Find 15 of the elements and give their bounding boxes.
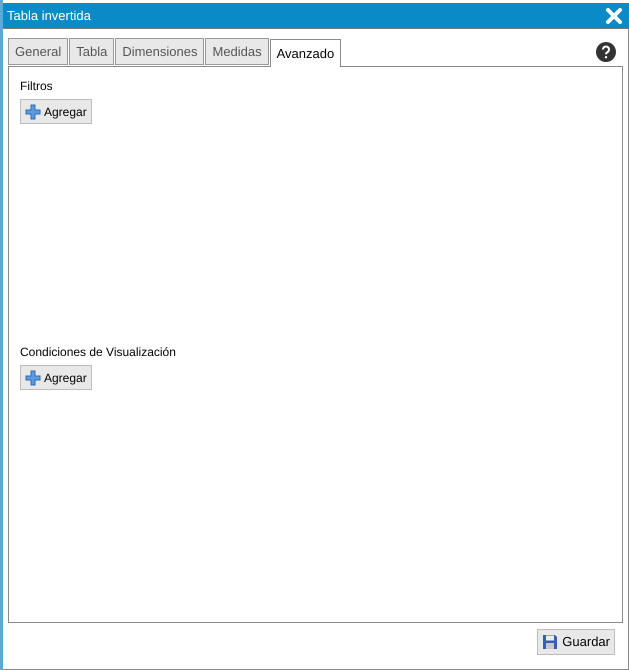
add-button[interactable]: Agregar (20, 365, 92, 390)
tab[interactable]: Avanzado (270, 39, 342, 67)
section-title: Filtros (20, 78, 54, 95)
save-button[interactable]: Guardar (537, 629, 615, 655)
tab[interactable]: General (8, 38, 68, 65)
tab[interactable]: Medidas (205, 38, 269, 65)
tab[interactable]: Dimensiones (115, 38, 204, 65)
window-title: Tabla invertida (7, 6, 91, 25)
plus-icon (25, 104, 41, 120)
tab[interactable]: Tabla (69, 38, 114, 65)
section-title: Condiciones de Visualización (20, 344, 177, 361)
plus-icon (25, 370, 41, 386)
close-icon[interactable] (605, 6, 623, 24)
add-button[interactable]: Agregar (20, 99, 92, 124)
help-icon[interactable] (596, 42, 616, 62)
